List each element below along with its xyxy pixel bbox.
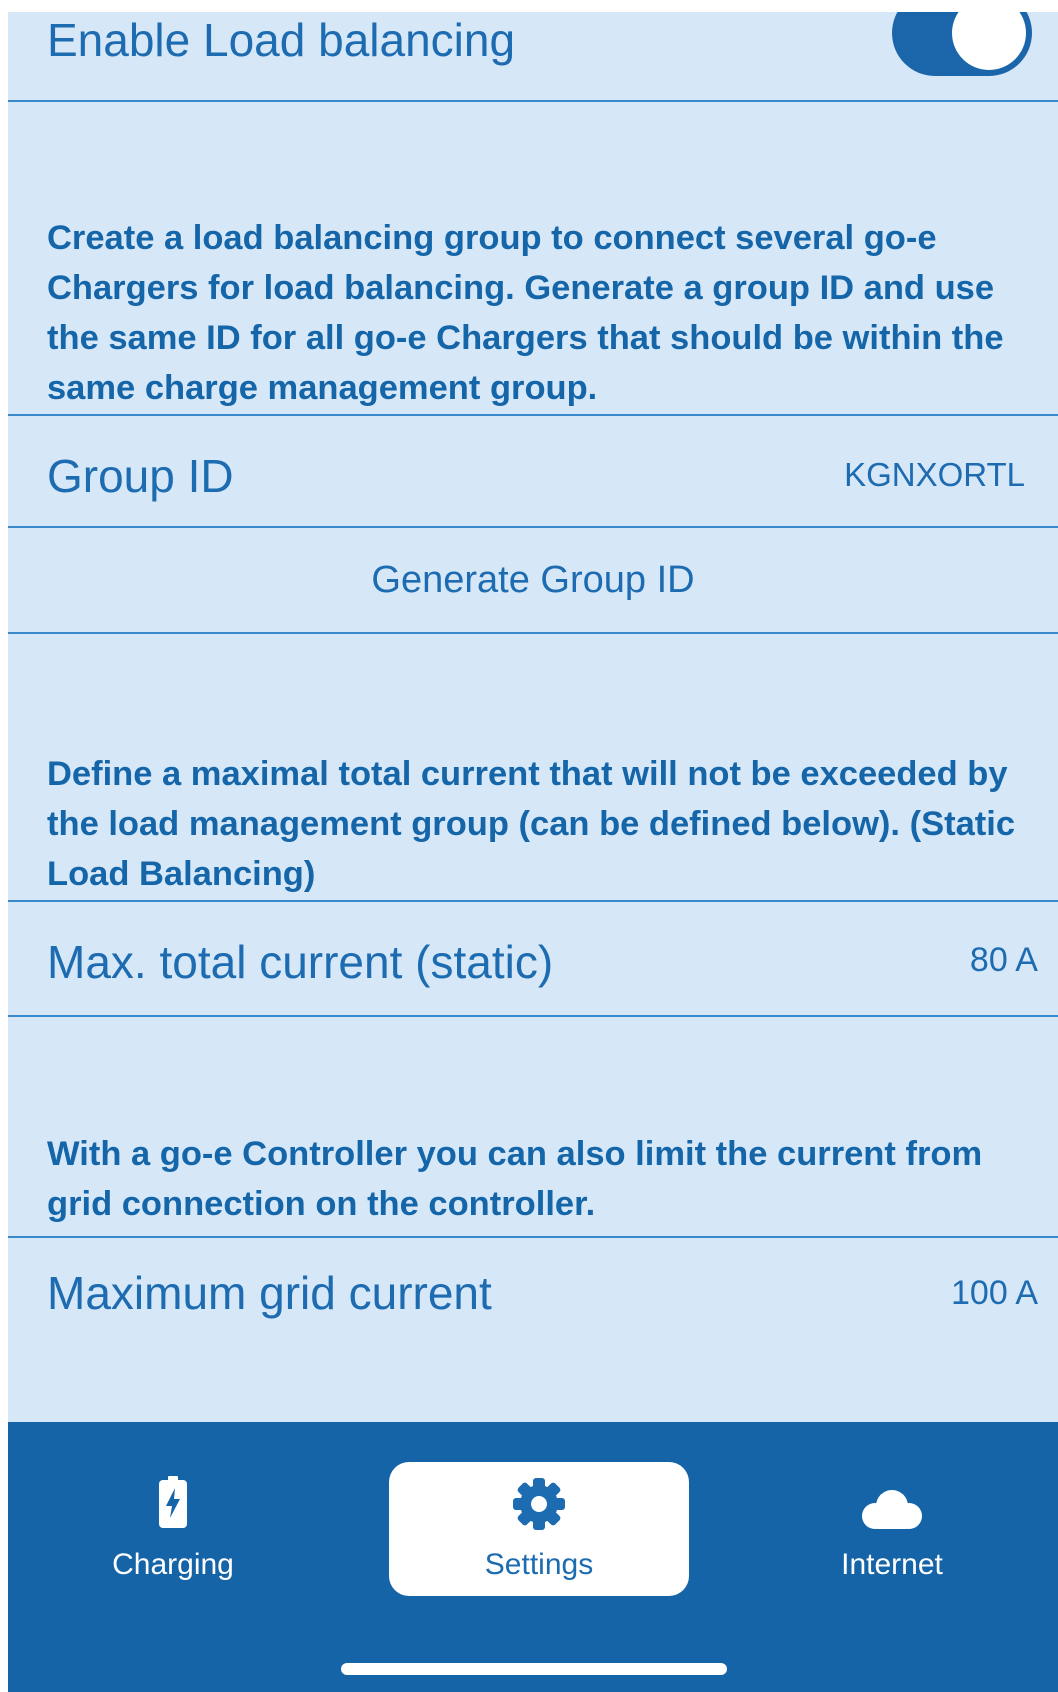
tab-settings[interactable]: Settings <box>389 1462 689 1596</box>
tab-settings-label: Settings <box>484 1548 594 1581</box>
divider <box>8 100 1058 102</box>
cloud-icon <box>858 1488 926 1537</box>
load-balancing-toggle[interactable] <box>892 12 1032 76</box>
home-indicator <box>341 1663 727 1675</box>
settings-screen: Enable Load balancing Create a load bala… <box>8 12 1058 1692</box>
max-grid-current-row[interactable]: Maximum grid current 100 A <box>8 1238 1058 1422</box>
group-description: Create a load balancing group to connect… <box>47 219 1004 407</box>
generate-group-id-button[interactable]: Generate Group ID <box>8 561 1058 599</box>
group-id-value: KGNXORTL <box>844 456 1025 493</box>
max-grid-current-value: 100 A <box>951 1274 1038 1312</box>
static-load-balancing-description: Define a maximal total current that will… <box>47 755 1016 893</box>
divider <box>8 1015 1058 1017</box>
generate-group-id-row: Generate Group ID <box>8 528 1058 632</box>
controller-description: With a go-e Controller you can also limi… <box>47 1135 983 1223</box>
enable-load-balancing-label: Enable Load balancing <box>47 14 516 66</box>
battery-charging-icon <box>159 1476 187 1533</box>
tab-charging[interactable]: Charging <box>23 1462 323 1596</box>
toggle-knob <box>952 12 1026 70</box>
tab-charging-label: Charging <box>112 1548 234 1581</box>
enable-load-balancing-row[interactable]: Enable Load balancing <box>8 12 1058 102</box>
gear-icon <box>511 1476 567 1537</box>
max-total-current-value: 80 A <box>969 941 1038 979</box>
tab-internet-label: Internet <box>841 1548 943 1581</box>
tab-internet[interactable]: Internet <box>742 1462 1042 1596</box>
max-total-current-row[interactable]: Max. total current (static) 80 A <box>8 902 1058 1016</box>
max-grid-current-label: Maximum grid current <box>47 1267 492 1319</box>
group-id-label: Group ID <box>47 450 234 502</box>
max-total-current-label: Max. total current (static) <box>47 936 554 988</box>
tab-bar: Charging Settings Internet <box>8 1422 1058 1692</box>
divider <box>8 632 1058 634</box>
group-id-row[interactable]: Group ID KGNXORTL <box>8 416 1058 526</box>
